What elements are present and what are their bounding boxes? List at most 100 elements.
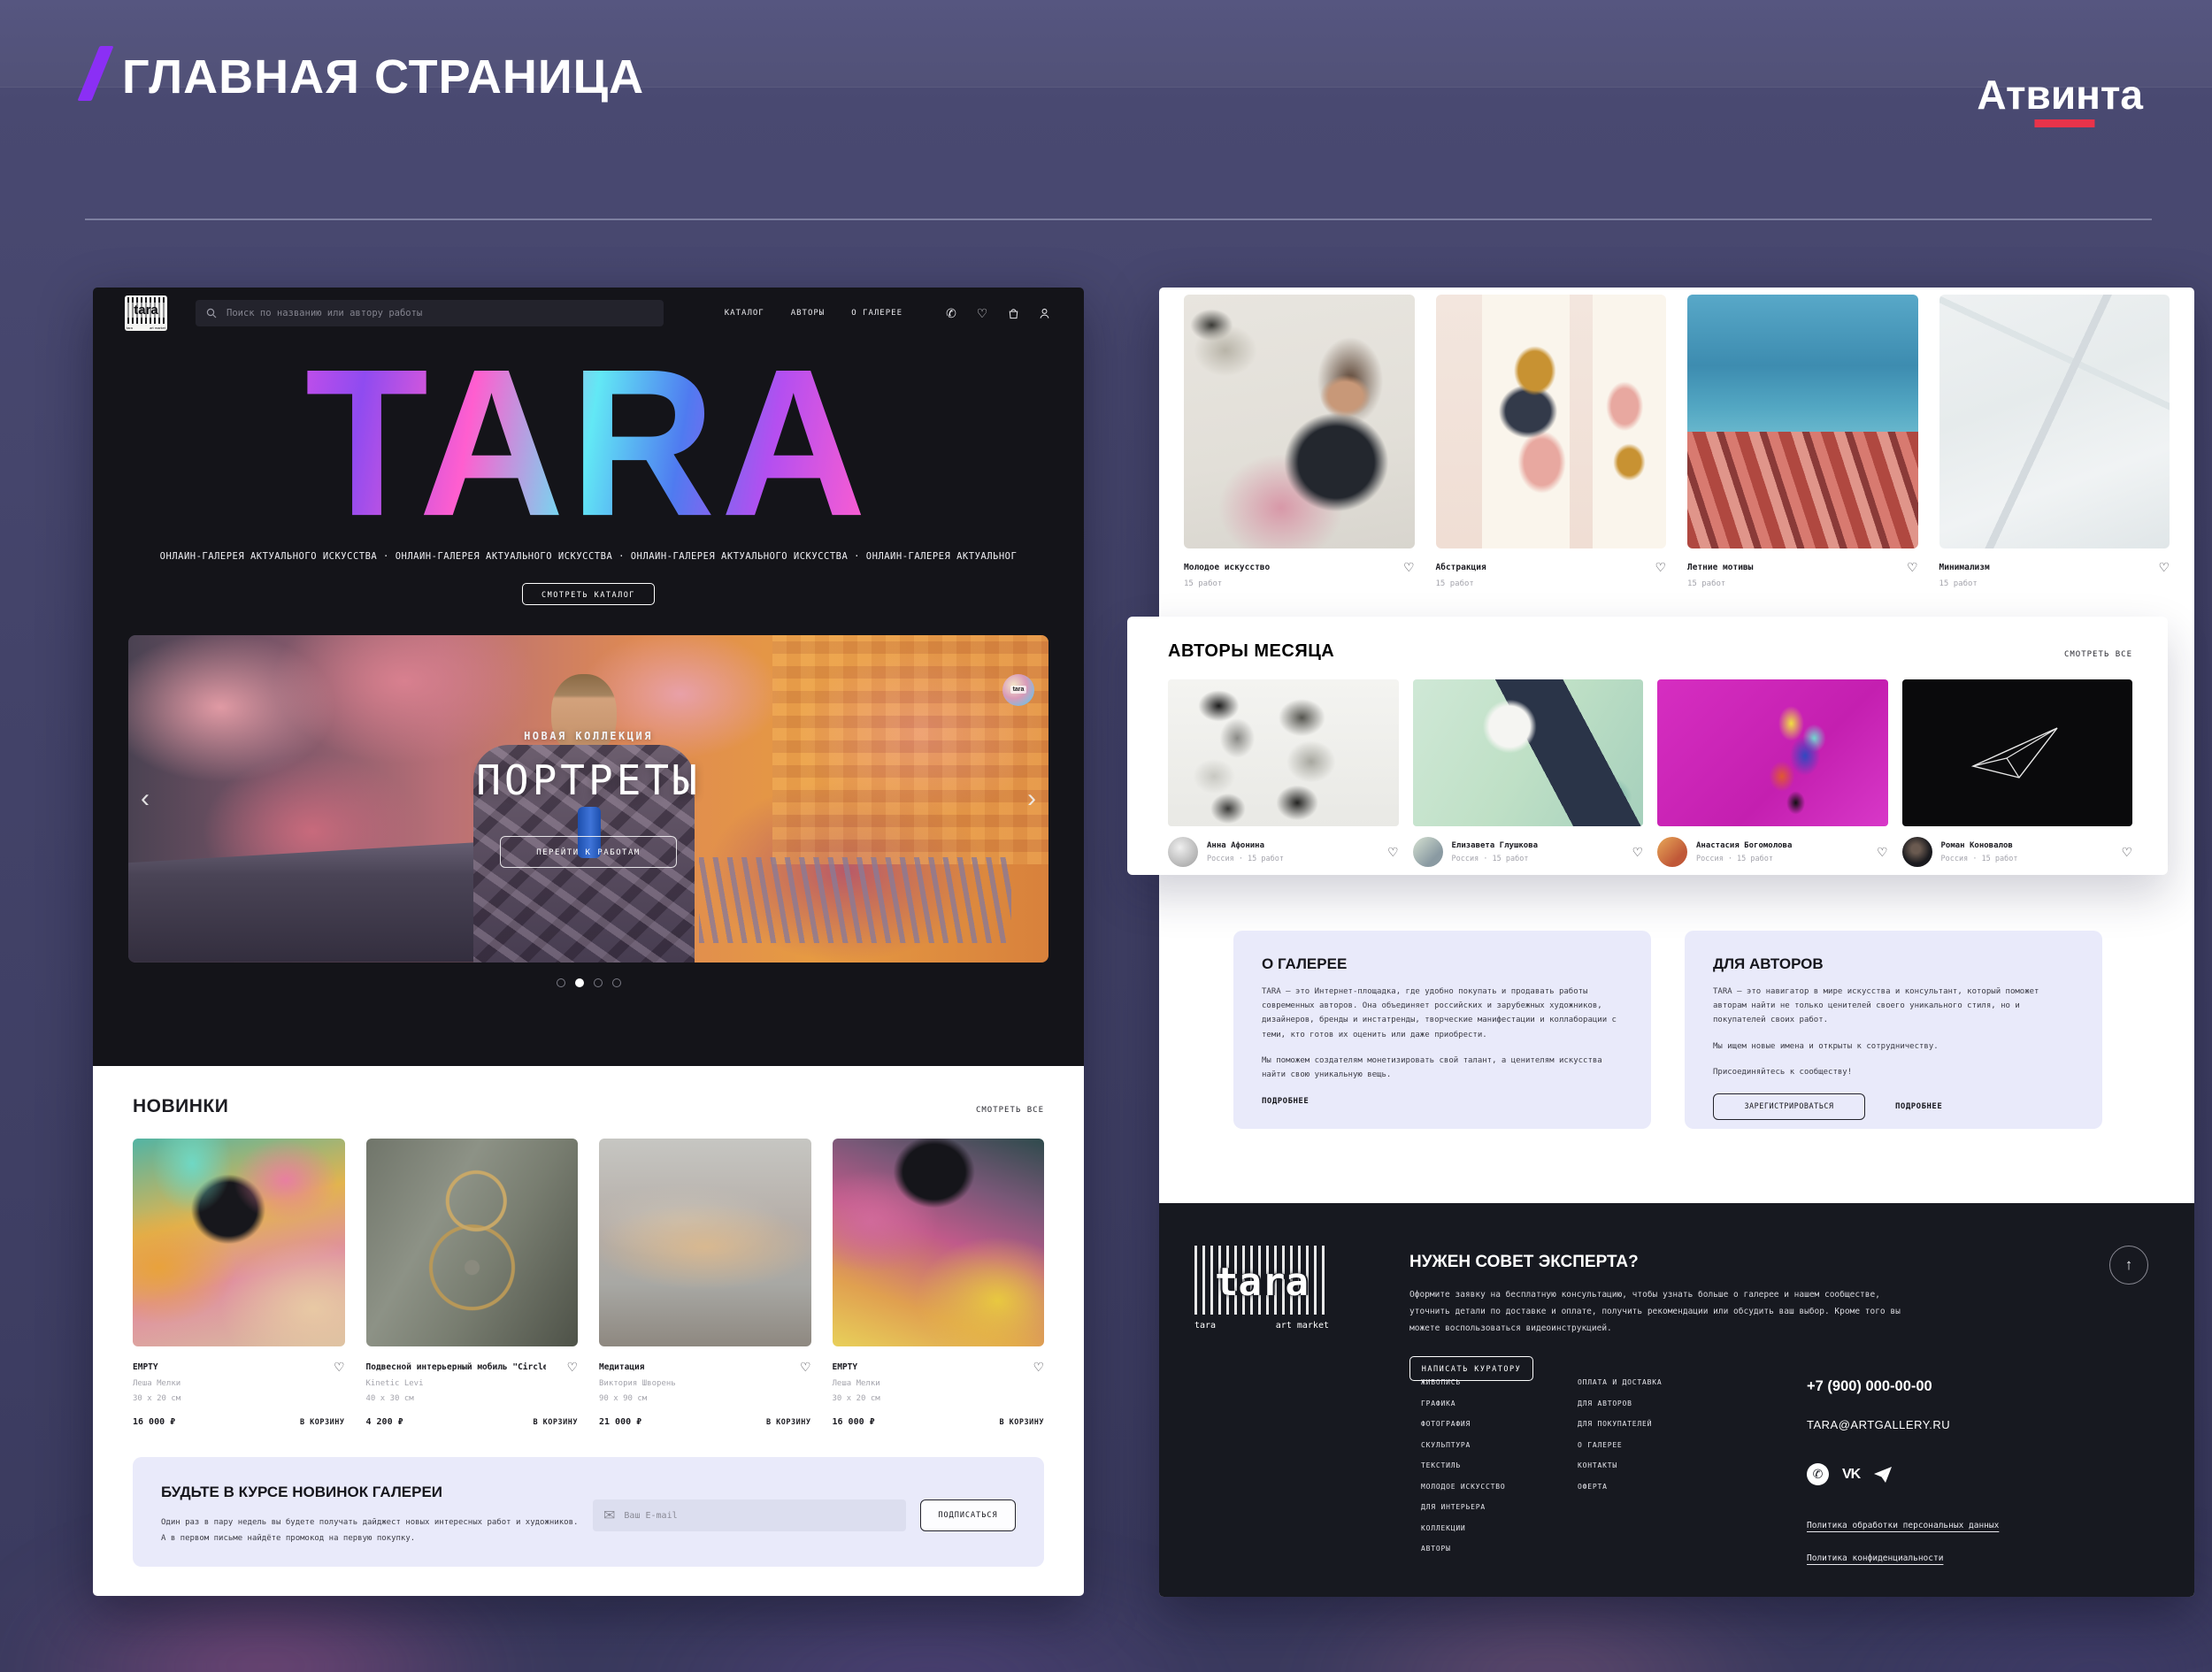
add-to-cart-button[interactable]: В КОРЗИНУ xyxy=(999,1418,1044,1427)
author-card[interactable]: Анастасия Богомолова Россия · 15 работ ♡ xyxy=(1657,679,1888,867)
footer-link[interactable]: КОНТАКТЫ xyxy=(1578,1461,1662,1469)
footer-link[interactable]: ОПЛАТА И ДОСТАВКА xyxy=(1578,1378,1662,1386)
footer-link[interactable]: ДЛЯ ИНТЕРЬЕРА xyxy=(1421,1503,1505,1511)
favorite-heart-icon[interactable]: ♡ xyxy=(1387,846,1399,858)
go-to-works-button[interactable]: ПЕРЕЙТИ К РАБОТАМ xyxy=(500,835,677,868)
product-card[interactable]: EMPTY ♡ Леша Мелки 30 x 20 см 16 000 ₽ В… xyxy=(832,1139,1044,1427)
register-button[interactable]: ЗАРЕГИСТРИРОВАТЬСЯ xyxy=(1713,1093,1865,1120)
footer-link[interactable]: МОЛОДОЕ ИСКУССТВО xyxy=(1421,1483,1505,1491)
write-curator-button[interactable]: НАПИСАТЬ КУРАТОРУ xyxy=(1409,1356,1533,1381)
author-artwork[interactable] xyxy=(1168,679,1399,826)
footer-link[interactable]: ДЛЯ ПОКУПАТЕЛЕЙ xyxy=(1578,1420,1662,1428)
header-divider xyxy=(85,219,2152,220)
favorite-heart-icon[interactable]: ♡ xyxy=(1403,561,1415,573)
favorite-heart-icon[interactable]: ♡ xyxy=(2158,561,2170,573)
footer-link[interactable]: ФОТОГРАФИЯ xyxy=(1421,1420,1505,1428)
nav-catalog[interactable]: КАТАЛОГ xyxy=(725,309,764,318)
product-image[interactable] xyxy=(832,1139,1044,1346)
footer-link[interactable]: ДЛЯ АВТОРОВ xyxy=(1578,1400,1662,1407)
expert-block: НУЖЕН СОВЕТ ЭКСПЕРТА? Оформите заявку на… xyxy=(1409,1253,1923,1381)
product-card[interactable]: EMPTY ♡ Леша Мелки 30 x 20 см 16 000 ₽ В… xyxy=(133,1139,345,1427)
add-to-cart-button[interactable]: В КОРЗИНУ xyxy=(533,1418,578,1427)
carousel-prev-arrow[interactable]: ‹ xyxy=(141,785,150,812)
carousel-dot-1[interactable] xyxy=(556,978,565,987)
about-more-link[interactable]: ПОДРОБНЕЕ xyxy=(1262,1097,1309,1106)
author-card[interactable]: Роман Коновалов Россия · 15 работ ♡ xyxy=(1901,679,2132,867)
add-to-cart-button[interactable]: В КОРЗИНУ xyxy=(300,1418,345,1427)
carousel-dot-2-active[interactable] xyxy=(574,978,584,987)
author-artwork[interactable] xyxy=(1657,679,1888,826)
author-avatar xyxy=(1657,837,1687,867)
new-items-see-all-link[interactable]: СМОТРЕТЬ ВСЕ xyxy=(976,1106,1044,1115)
email-field-wrap[interactable]: ✉ xyxy=(593,1499,906,1531)
product-size: 40 x 30 см xyxy=(365,1394,414,1403)
policy-confidentiality-link[interactable]: Политика конфиденциальности xyxy=(1807,1553,1999,1563)
about-text-2: Мы поможем создателям монетизировать сво… xyxy=(1262,1055,1602,1079)
vk-icon[interactable]: VK xyxy=(1842,1467,1861,1483)
category-image[interactable] xyxy=(1435,295,1666,548)
favorite-heart-icon[interactable]: ♡ xyxy=(800,1361,811,1373)
user-icon[interactable] xyxy=(1036,305,1052,321)
product-card[interactable]: Подвесной интерьерный мобиль "Circle... … xyxy=(365,1139,578,1427)
footer-phone[interactable]: +7 (900) 000-00-00 xyxy=(1807,1378,1999,1395)
footer-link[interactable]: АВТОРЫ xyxy=(1421,1545,1505,1553)
author-artwork[interactable] xyxy=(1901,679,2132,826)
search-bar[interactable] xyxy=(196,300,664,326)
footer-link[interactable]: О ГАЛЕРЕЕ xyxy=(1578,1441,1662,1449)
category-card[interactable]: Молодое искусство ♡ 15 работ xyxy=(1184,295,1415,588)
search-input[interactable] xyxy=(225,307,653,319)
footer-link[interactable]: КОЛЛЕКЦИИ xyxy=(1421,1524,1505,1532)
category-card[interactable]: Абстракция ♡ 15 работ xyxy=(1435,295,1666,588)
author-artwork[interactable] xyxy=(1412,679,1643,826)
phone-icon[interactable]: ✆ xyxy=(943,305,959,321)
author-card[interactable]: Елизавета Глушкова Россия · 15 работ ♡ xyxy=(1412,679,1643,867)
favorite-heart-icon[interactable]: ♡ xyxy=(1877,846,1888,858)
product-image[interactable] xyxy=(365,1139,578,1346)
footer-logo[interactable]: tara tara art market xyxy=(1194,1246,1329,1331)
favorite-heart-icon[interactable]: ♡ xyxy=(2121,846,2132,858)
footer-column-info: ОПЛАТА И ДОСТАВКА ДЛЯ АВТОРОВ ДЛЯ ПОКУПА… xyxy=(1578,1378,1662,1491)
screenshot-main-dark: tara tara art market КАТАЛОГ АВТОРЫ О ГА… xyxy=(93,288,1084,1596)
author-card[interactable]: Анна Афонина Россия · 15 работ ♡ xyxy=(1168,679,1399,867)
carousel-next-arrow[interactable]: › xyxy=(1027,785,1036,812)
favorite-heart-icon[interactable]: ♡ xyxy=(1655,561,1666,573)
view-catalog-button[interactable]: СМОТРЕТЬ КАТАЛОГ xyxy=(522,582,655,605)
category-image[interactable] xyxy=(1687,295,1918,548)
category-image[interactable] xyxy=(1939,295,2170,548)
carousel-dot-4[interactable] xyxy=(611,978,621,987)
footer-link[interactable]: ЖИВОПИСЬ xyxy=(1421,1378,1505,1386)
favorite-heart-icon[interactable]: ♡ xyxy=(1907,561,1918,573)
category-card[interactable]: Летние мотивы ♡ 15 работ xyxy=(1687,295,1918,588)
favorite-heart-icon[interactable]: ♡ xyxy=(566,1361,578,1373)
whatsapp-icon[interactable]: ✆ xyxy=(1807,1463,1829,1485)
nav-authors[interactable]: АВТОРЫ xyxy=(791,309,826,318)
scroll-to-top-button[interactable]: ↑ xyxy=(2109,1246,2148,1285)
footer-email[interactable]: TARA@ARTGALLERY.RU xyxy=(1807,1418,1999,1431)
carousel-dot-3[interactable] xyxy=(593,978,603,987)
favorite-heart-icon[interactable]: ♡ xyxy=(334,1361,345,1373)
footer-link[interactable]: ТЕКСТИЛЬ xyxy=(1421,1461,1505,1469)
authors-see-all-link[interactable]: СМОТРЕТЬ ВСЕ xyxy=(2064,650,2132,659)
hero-carousel[interactable]: НОВАЯ КОЛЛЕКЦИЯ ПОРТРЕТЫ ПЕРЕЙТИ К РАБОТ… xyxy=(128,634,1048,963)
category-card[interactable]: Минимализм ♡ 15 работ xyxy=(1939,295,2170,588)
category-image[interactable] xyxy=(1184,295,1415,548)
add-to-cart-button[interactable]: В КОРЗИНУ xyxy=(766,1418,811,1427)
favorites-heart-icon[interactable]: ♡ xyxy=(974,305,990,321)
policy-personal-data-link[interactable]: Политика обработки персональных данных xyxy=(1807,1521,1999,1530)
site-logo[interactable]: tara tara art market xyxy=(125,295,167,331)
product-image[interactable] xyxy=(133,1139,345,1346)
header-icons: ✆ ♡ xyxy=(943,305,1052,321)
product-image[interactable] xyxy=(599,1139,811,1346)
nav-about[interactable]: О ГАЛЕРЕЕ xyxy=(851,309,902,318)
favorite-heart-icon[interactable]: ♡ xyxy=(1033,1361,1044,1373)
for-authors-more-link[interactable]: ПОДРОБНЕЕ xyxy=(1895,1102,1942,1111)
telegram-icon[interactable] xyxy=(1873,1466,1893,1484)
email-field[interactable] xyxy=(622,1509,895,1522)
footer-link[interactable]: ГРАФИКА xyxy=(1421,1400,1505,1407)
cart-bag-icon[interactable] xyxy=(1005,305,1021,321)
footer-link[interactable]: СКУЛЬПТУРА xyxy=(1421,1441,1505,1449)
footer-link[interactable]: ОФЕРТА xyxy=(1578,1483,1662,1491)
favorite-heart-icon[interactable]: ♡ xyxy=(1632,846,1643,858)
subscribe-button[interactable]: ПОДПИСАТЬСЯ xyxy=(920,1499,1016,1531)
product-card[interactable]: Медитация ♡ Виктория Шворень 90 x 90 см … xyxy=(599,1139,811,1427)
